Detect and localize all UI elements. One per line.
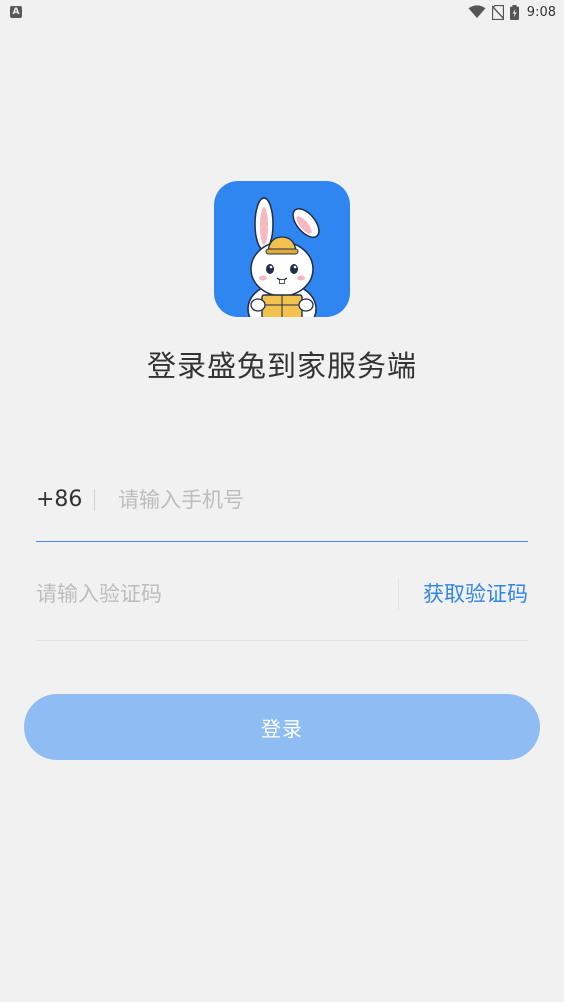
wifi-icon [468, 5, 486, 18]
country-code[interactable]: +86 [36, 476, 82, 524]
get-code-button[interactable]: 获取验证码 [423, 570, 528, 618]
phone-row: +86 [36, 476, 528, 542]
divider [94, 489, 95, 511]
app-logo [214, 181, 350, 317]
page-title: 登录盛兔到家服务端 [146, 349, 417, 383]
login-button[interactable]: 登录 [24, 694, 540, 760]
verification-row: 获取验证码 [36, 566, 528, 641]
verification-code-input[interactable] [36, 570, 376, 618]
phone-input[interactable] [118, 476, 518, 524]
divider [398, 578, 399, 610]
no-sim-icon [491, 4, 504, 20]
battery-icon [509, 4, 519, 20]
status-time: 9:08 [526, 4, 556, 20]
rabbit-courier-logo-icon [214, 181, 350, 317]
status-bar: A 9:08 [0, 0, 564, 24]
status-icons: 9:08 [468, 3, 556, 21]
notification-a-icon: A [10, 6, 22, 18]
